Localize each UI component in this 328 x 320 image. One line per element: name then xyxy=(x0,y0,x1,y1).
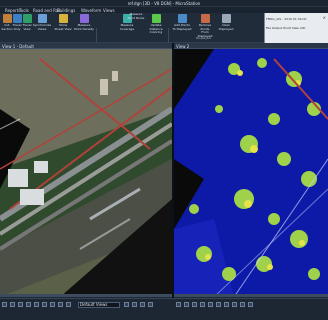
show-street-view-label: Show Street View xyxy=(54,23,72,31)
clear-displayed-button[interactable]: Clear Displayed xyxy=(218,14,234,31)
file-panel-tabs[interactable]: File Output Point View Info xyxy=(266,26,306,30)
view-toolbar: Default Views xyxy=(0,298,328,320)
fit-icon[interactable] xyxy=(42,302,47,307)
clear-displayed-label: Clear Displayed xyxy=(218,23,234,31)
toolbar-icon[interactable] xyxy=(232,302,237,307)
views-select[interactable]: Default Views xyxy=(78,302,120,308)
toolbar-icon[interactable] xyxy=(224,302,229,307)
point-density-icon xyxy=(79,14,89,23)
measure-coverage-label: Measure Coverage xyxy=(119,23,135,31)
measure-point-density-button[interactable]: Measure Point Density xyxy=(74,14,94,31)
tab-buildings[interactable]: Buildings xyxy=(56,8,76,13)
add-points-button[interactable]: Add Points To Displayed xyxy=(172,14,192,31)
toolbar-icon[interactable] xyxy=(240,302,245,307)
toolbar-icon[interactable] xyxy=(208,302,213,307)
toolbar-icon[interactable] xyxy=(132,302,137,307)
toolbar-icon[interactable] xyxy=(200,302,205,307)
pan-icon[interactable] xyxy=(26,302,31,307)
toolbar-icon[interactable] xyxy=(148,302,153,307)
measure-point-noise-button[interactable]: Measure Point Noise xyxy=(126,12,146,20)
synchronize-views-icon xyxy=(37,14,47,23)
add-points-icon xyxy=(177,14,187,23)
group-label-displayed: Displayed xyxy=(196,36,211,40)
toolbar-icon[interactable] xyxy=(124,302,129,307)
toolbar-icon[interactable] xyxy=(176,302,181,307)
distance-coloring-icon xyxy=(151,14,161,23)
toolbar-icon[interactable] xyxy=(58,302,63,307)
synchronize-views-button[interactable]: Synchronize Views xyxy=(32,14,52,31)
title-bar: ref.dgn [3D - V8 DGN] - MicroStation xyxy=(0,0,328,7)
measure-point-density-label: Measure Point Density xyxy=(74,23,94,31)
view-2-title: View 2 xyxy=(176,43,190,49)
window-icon[interactable] xyxy=(50,302,55,307)
view-1-title: View 1 - Default xyxy=(2,43,34,49)
toolbar-icon[interactable] xyxy=(140,302,145,307)
remove-points-button[interactable]: Remove Points From Displayed xyxy=(194,14,216,38)
toolbar-icon[interactable] xyxy=(192,302,197,307)
view-1-viewport[interactable] xyxy=(0,49,172,297)
toolbar-icon[interactable] xyxy=(66,302,71,307)
measure-point-noise-label: Measure Point Noise xyxy=(127,12,145,20)
synchronize-views-label: Synchronize Views xyxy=(32,23,52,31)
grid-icon[interactable] xyxy=(10,302,15,307)
toolbar-icon[interactable] xyxy=(248,302,253,307)
add-points-label: Add Points To Displayed xyxy=(172,23,192,31)
view-2-scrollbar[interactable] xyxy=(174,294,328,297)
update-distance-coloring-label: Update Distance Coloring xyxy=(149,23,163,34)
toolbar-icon[interactable] xyxy=(184,302,189,307)
clear-icon xyxy=(221,14,231,23)
rotate-icon[interactable] xyxy=(34,302,39,307)
tab-tools[interactable]: Tools xyxy=(18,8,30,13)
street-view-icon xyxy=(58,14,68,23)
update-distance-coloring-button[interactable]: Update Distance Coloring xyxy=(146,14,166,35)
tab-waveform[interactable]: Waveform xyxy=(80,8,102,13)
views-icon[interactable] xyxy=(2,302,7,307)
tab-views[interactable]: Views xyxy=(102,8,116,13)
close-icon[interactable]: × xyxy=(323,15,326,20)
file-panel: × FMRG_GIS - 2016 01 06.txt File Output … xyxy=(264,13,328,43)
show-street-view-button[interactable]: Show Street View xyxy=(54,14,72,31)
remove-points-icon xyxy=(200,14,210,23)
zoom-icon[interactable] xyxy=(18,302,23,307)
toolbar-icon[interactable] xyxy=(216,302,221,307)
file-panel-title: FMRG_GIS - 2016 01 06.txt xyxy=(266,17,307,21)
view-1-scrollbar[interactable] xyxy=(0,294,172,297)
travel-view-icon xyxy=(22,14,32,23)
view-2-viewport[interactable] xyxy=(174,49,328,297)
window-title: ref.dgn [3D - V8 DGN] - MicroStation xyxy=(127,1,201,6)
